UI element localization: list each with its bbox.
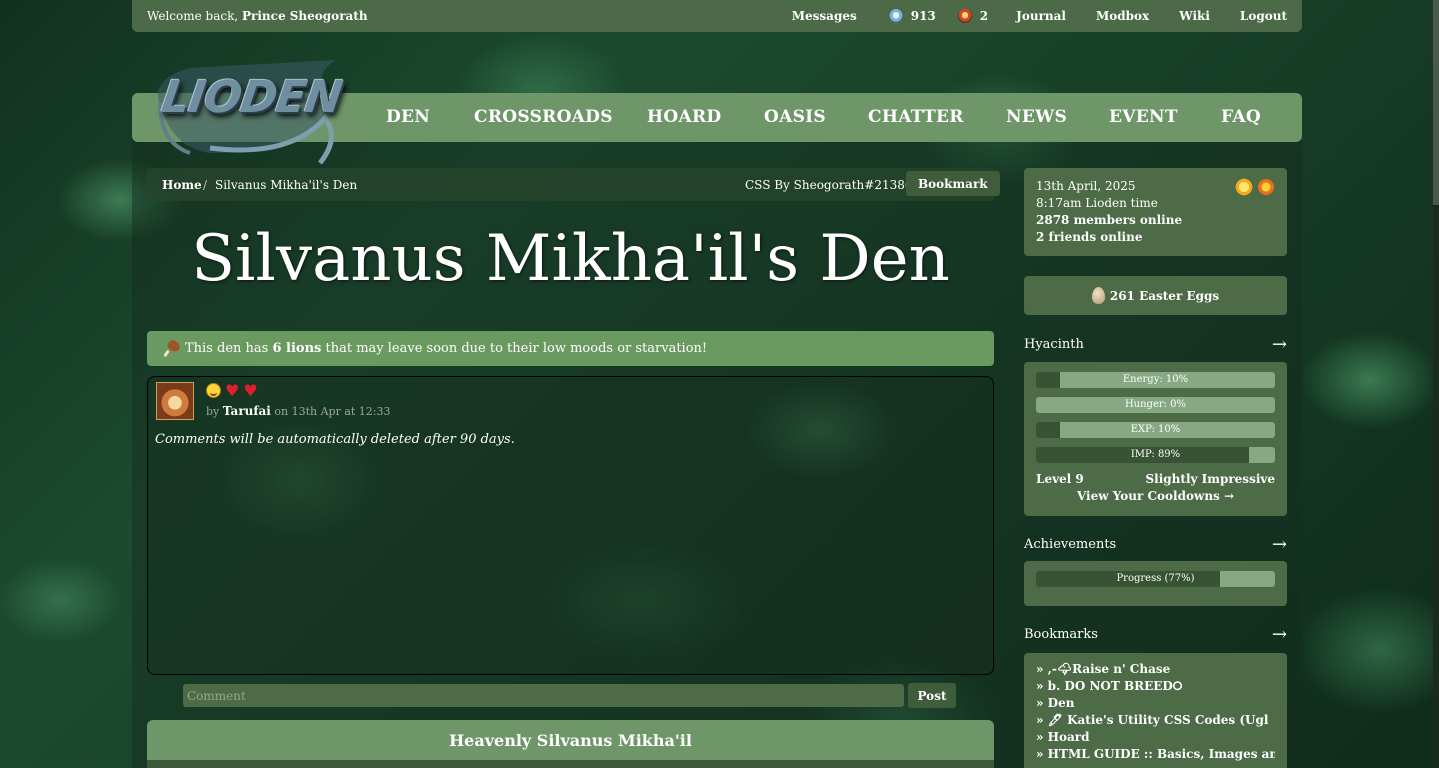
top-bar-links: Messages 913 2 Journal Modbox Wiki Logou…: [792, 9, 1287, 23]
achievement-progress-bar: Progress (77%): [1036, 571, 1275, 587]
sun-icon: [1235, 178, 1253, 196]
modbox-link[interactable]: Modbox: [1096, 9, 1149, 23]
beetle-gold-icon: [957, 9, 972, 23]
lion-name[interactable]: Hyacinth: [1024, 337, 1084, 352]
imp-bar: IMP: 89%: [1036, 447, 1275, 463]
journal-link[interactable]: Journal: [1016, 9, 1066, 23]
logo-text: LIODEN: [158, 72, 345, 123]
bookmark-item[interactable]: » ,-🌩Raise n' Chase: [1036, 661, 1275, 678]
scrollbar-thumb[interactable]: [1433, 0, 1439, 205]
beetle-blue-icon: [888, 9, 903, 23]
hunger-bar: Hunger: 0%: [1036, 397, 1275, 413]
lion-level: Level 9: [1036, 472, 1084, 486]
comment-input[interactable]: [183, 684, 904, 707]
nav-den[interactable]: DEN: [386, 107, 430, 127]
nav-hoard[interactable]: HOARD: [647, 107, 721, 127]
weather-icons: [1235, 178, 1275, 196]
mood-icons: ♥ ♥: [206, 381, 258, 400]
arrow-right-icon[interactable]: →: [1272, 534, 1287, 555]
nav-oasis[interactable]: OASIS: [764, 107, 826, 127]
egg-icon: [1091, 287, 1105, 304]
nav-crossroads[interactable]: CROSSROADS: [474, 107, 613, 127]
achievements-panel: Progress (77%): [1024, 561, 1287, 606]
logout-link[interactable]: Logout: [1240, 9, 1287, 23]
nav-news[interactable]: NEWS: [1006, 107, 1067, 127]
nav-chatter[interactable]: CHATTER: [868, 107, 964, 127]
drumstick-icon: [163, 340, 181, 358]
page-title: Silvanus Mikha'il's Den: [191, 222, 950, 296]
nav-event[interactable]: EVENT: [1109, 107, 1178, 127]
comment-text: Comments will be automatically deleted a…: [155, 432, 515, 447]
exp-bar: EXP: 10%: [1036, 422, 1275, 438]
lioden-logo[interactable]: LIODEN: [150, 58, 345, 168]
arrow-right-icon[interactable]: →: [1272, 624, 1287, 645]
bookmark-item[interactable]: » Den: [1036, 695, 1275, 712]
breadcrumb-home[interactable]: Home: [162, 178, 202, 192]
time-panel: 13th April, 2025 8:17am Lioden time 2878…: [1024, 168, 1287, 256]
welcome-text: Welcome back, Prince Sheogorath: [147, 9, 368, 23]
post-button[interactable]: Post: [908, 683, 956, 708]
heart-icon: ♥: [225, 381, 240, 400]
energy-bar: Energy: 10%: [1036, 372, 1275, 388]
nav-faq[interactable]: FAQ: [1221, 107, 1261, 127]
lion-stats-panel: Energy: 10% Hunger: 0% EXP: 10% IMP: 89%…: [1024, 362, 1287, 516]
members-online[interactable]: 2878 members online: [1036, 213, 1182, 227]
friends-online[interactable]: 2 friends online: [1036, 230, 1142, 244]
wiki-link[interactable]: Wiki: [1179, 9, 1210, 23]
breadcrumb: Home / Silvanus Mikha'il's Den CSS By Sh…: [147, 168, 1000, 201]
lion-rank: Slightly Impressive: [1145, 472, 1276, 486]
arrow-right-icon[interactable]: →: [1272, 334, 1287, 355]
bookmark-item[interactable]: » b. DO NOT BREED⭘: [1036, 678, 1275, 695]
comment-box[interactable]: ♥ ♥ by Tarufai on 13th Apr at 12:33 Comm…: [147, 376, 994, 675]
breadcrumb-separator: /: [203, 177, 208, 192]
bookmark-button[interactable]: Bookmark: [906, 171, 1000, 196]
cooldowns-link[interactable]: View Your Cooldowns →: [1036, 489, 1275, 503]
bookmark-item[interactable]: » Hoard: [1036, 729, 1275, 746]
bookmarks-header[interactable]: Bookmarks →: [1024, 624, 1287, 645]
top-bar: Welcome back, Prince Sheogorath Messages…: [132, 0, 1302, 32]
starvation-alert: This den has 6 lions that may leave soon…: [147, 331, 994, 366]
level-row: Level 9 Slightly Impressive: [1036, 472, 1275, 486]
messages-link[interactable]: Messages: [792, 9, 857, 23]
sun-bright-icon: [1257, 178, 1275, 196]
css-credit[interactable]: CSS By Sheogorath#213862: [745, 178, 920, 192]
lion-panel-header[interactable]: Hyacinth →: [1024, 334, 1287, 355]
breadcrumb-current: Silvanus Mikha'il's Den: [215, 177, 358, 192]
bookmark-item[interactable]: » HTML GUIDE :: Basics, Images and Ta: [1036, 746, 1275, 763]
achievements-header[interactable]: Achievements →: [1024, 534, 1287, 555]
page-scrollbar[interactable]: [1433, 0, 1439, 768]
avatar[interactable]: [156, 382, 194, 420]
currency-2[interactable]: 2: [957, 9, 988, 23]
current-time: 8:17am Lioden time: [1036, 196, 1158, 210]
lion-name-header: Heavenly Silvanus Mikha'il: [147, 720, 994, 760]
comment-byline: by Tarufai on 13th Apr at 12:33: [206, 404, 391, 418]
username-link[interactable]: Prince Sheogorath: [242, 9, 368, 23]
lion-section: [147, 760, 994, 768]
smile-icon: [206, 383, 221, 398]
bookmarks-panel: » ,-🌩Raise n' Chase » b. DO NOT BREED⭘ »…: [1024, 653, 1287, 768]
comment-author[interactable]: Tarufai: [223, 404, 271, 418]
currency-1[interactable]: 913: [888, 9, 936, 23]
easter-eggs-panel[interactable]: 261 Easter Eggs: [1024, 276, 1287, 315]
heart-icon: ♥: [243, 381, 258, 400]
bookmark-item[interactable]: » 🖊 Katie's Utility CSS Codes (Ugl: [1036, 712, 1275, 729]
